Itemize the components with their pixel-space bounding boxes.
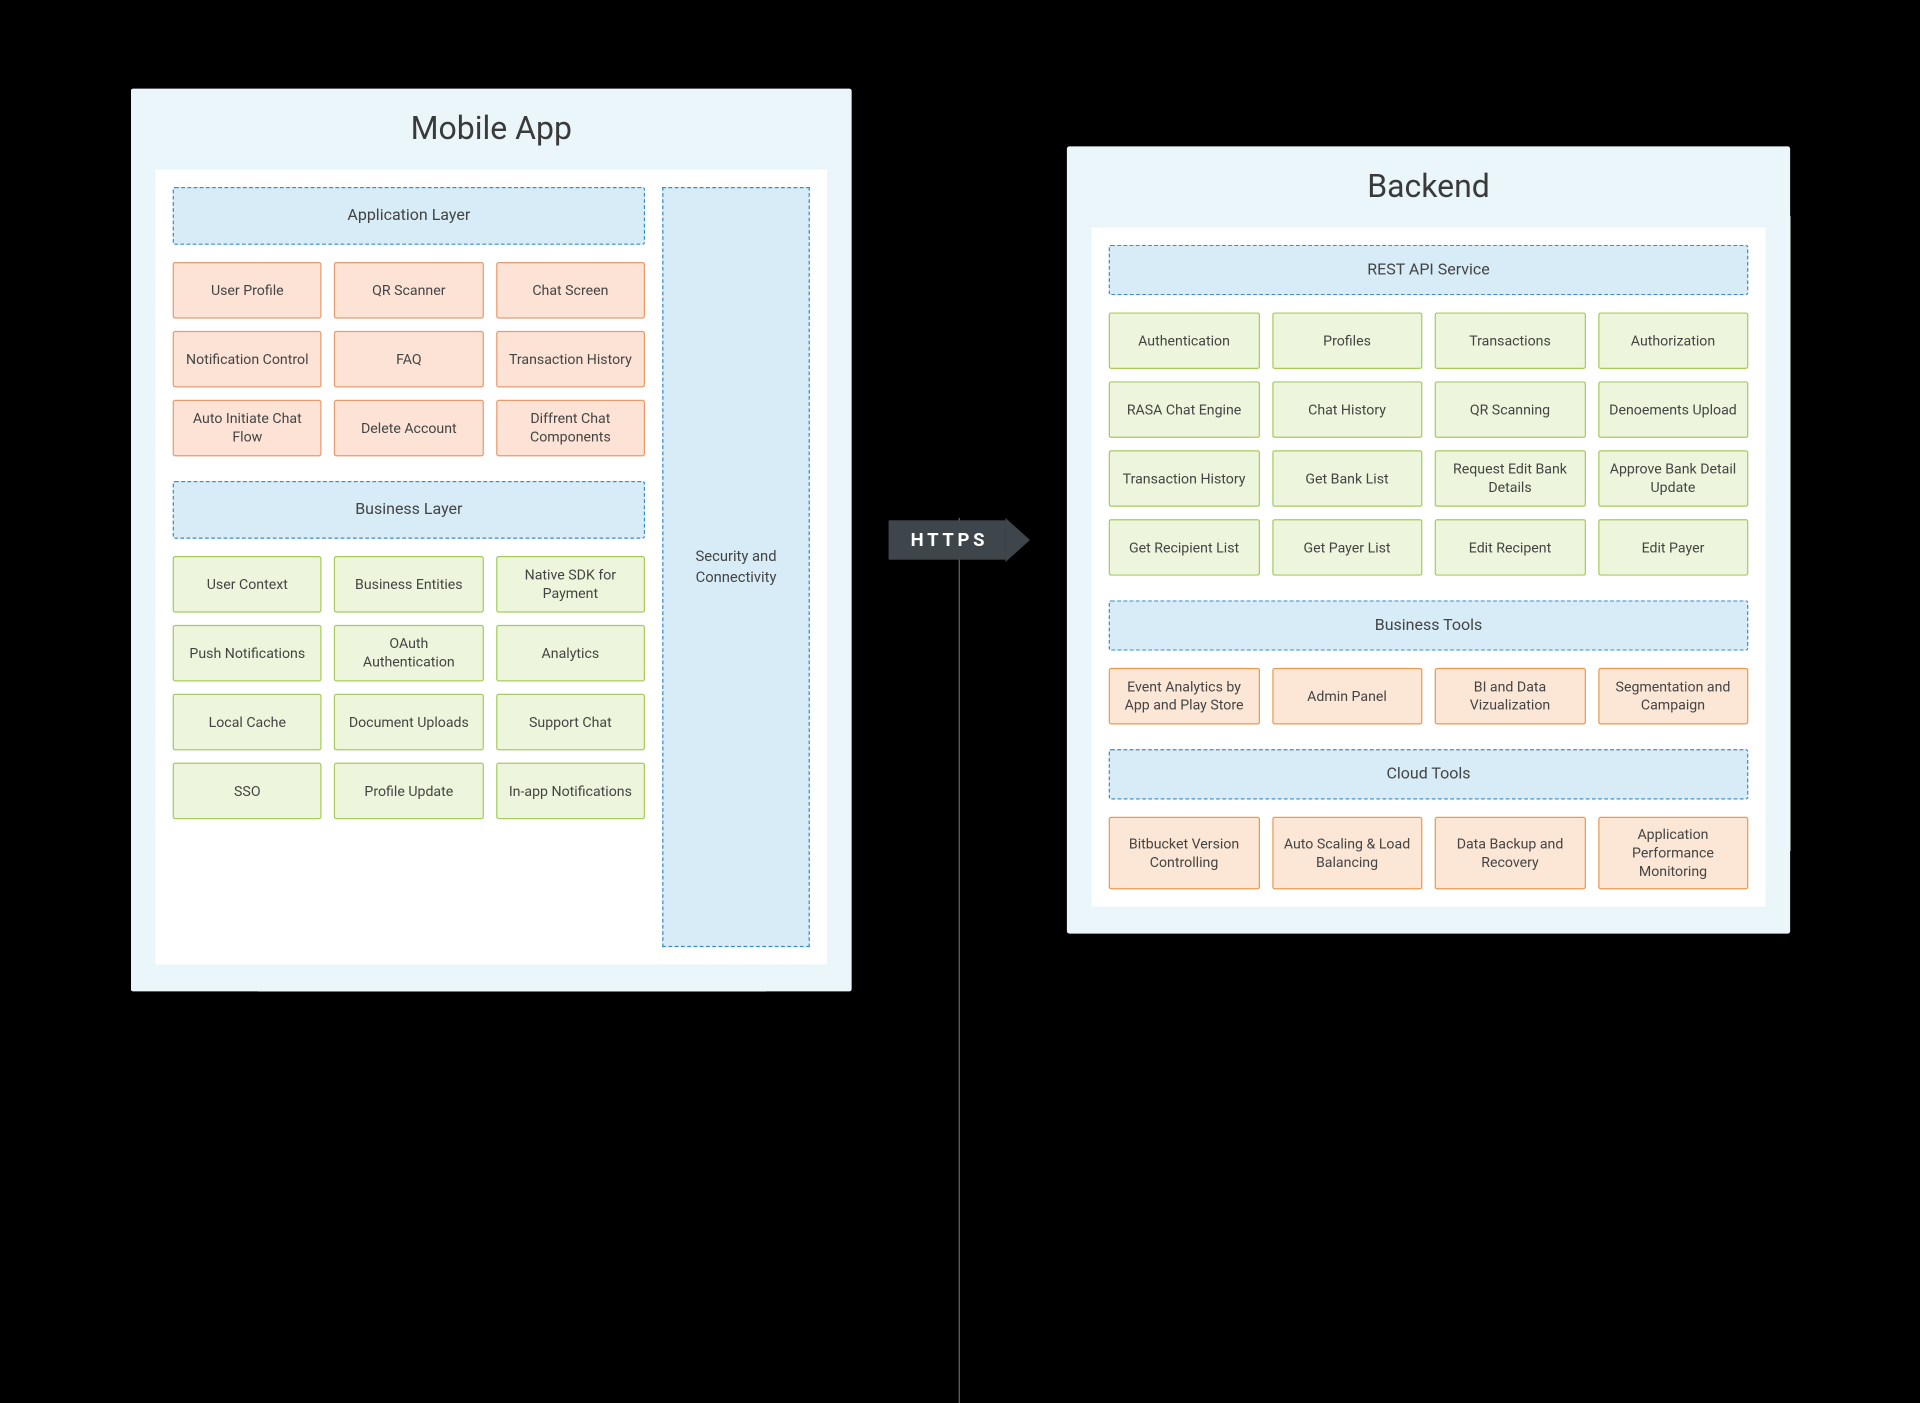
- rest-box: RASA Chat Engine: [1108, 381, 1259, 438]
- https-label: HTTPS: [888, 520, 1005, 559]
- app-box: Transaction History: [495, 331, 644, 388]
- biz-box: SSO: [172, 763, 321, 820]
- rest-box: Profiles: [1271, 313, 1422, 370]
- rest-box: Edit Payer: [1597, 519, 1748, 576]
- biztool-box: Admin Panel: [1271, 668, 1422, 725]
- business-layer-header: Business Layer: [172, 481, 644, 539]
- cloud-box: Auto Scaling & Load Balancing: [1271, 817, 1422, 889]
- biztool-box: BI and Data Vizualization: [1434, 668, 1585, 725]
- biz-box: OAuth Authentication: [334, 625, 483, 682]
- rest-box: Get Bank List: [1271, 450, 1422, 507]
- biz-box: User Context: [172, 556, 321, 613]
- rest-box: QR Scanning: [1434, 381, 1585, 438]
- rest-box: Get Payer List: [1271, 519, 1422, 576]
- biz-box: Analytics: [495, 625, 644, 682]
- app-box: QR Scanner: [334, 262, 483, 319]
- rest-box: Edit Recipent: [1434, 519, 1585, 576]
- biz-box: Native SDK for Payment: [495, 556, 644, 613]
- backend-panel: Backend REST API Service Authentication …: [1066, 147, 1789, 934]
- mobile-app-right-column: Security and Connectivity: [662, 187, 810, 947]
- biz-box: Business Entities: [334, 556, 483, 613]
- rest-box: Authentication: [1108, 313, 1259, 370]
- rest-box: Chat History: [1271, 381, 1422, 438]
- business-layer-grid: User Context Business Entities Native SD…: [172, 556, 644, 819]
- app-box: User Profile: [172, 262, 321, 319]
- app-box: FAQ: [334, 331, 483, 388]
- app-box: Diffrent Chat Components: [495, 400, 644, 457]
- security-connectivity-box: Security and Connectivity: [662, 187, 810, 947]
- app-box: Chat Screen: [495, 262, 644, 319]
- cloud-tools-header: Cloud Tools: [1108, 749, 1748, 799]
- rest-box: Approve Bank Detail Update: [1597, 450, 1748, 507]
- biztool-box: Event Analytics by App and Play Store: [1108, 668, 1259, 725]
- cloud-box: Application Performance Monitoring: [1597, 817, 1748, 889]
- arrow-head-icon: [1005, 518, 1030, 562]
- https-connector: HTTPS: [888, 518, 1029, 562]
- mobile-app-panel: Mobile App Application Layer User Profil…: [130, 89, 851, 992]
- biz-box: Local Cache: [172, 694, 321, 751]
- application-layer-grid: User Profile QR Scanner Chat Screen Noti…: [172, 262, 644, 456]
- business-tools-header: Business Tools: [1108, 600, 1748, 650]
- business-tools-grid: Event Analytics by App and Play Store Ad…: [1108, 668, 1748, 725]
- mobile-app-title: Mobile App: [155, 111, 827, 148]
- biz-box: Push Notifications: [172, 625, 321, 682]
- architecture-diagram: Mobile App Application Layer User Profil…: [130, 89, 1789, 992]
- biz-box: In-app Notifications: [495, 763, 644, 820]
- rest-box: Transactions: [1434, 313, 1585, 370]
- https-arrow: HTTPS: [888, 518, 1029, 562]
- app-box: Delete Account: [334, 400, 483, 457]
- app-box: Auto Initiate Chat Flow: [172, 400, 321, 457]
- rest-box: Request Edit Bank Details: [1434, 450, 1585, 507]
- rest-box: Get Recipient List: [1108, 519, 1259, 576]
- biztool-box: Segmentation and Campaign: [1597, 668, 1748, 725]
- biz-box: Profile Update: [334, 763, 483, 820]
- rest-api-header: REST API Service: [1108, 245, 1748, 295]
- cloud-box: Bitbucket Version Controlling: [1108, 817, 1259, 889]
- app-box: Notification Control: [172, 331, 321, 388]
- application-layer-header: Application Layer: [172, 187, 644, 245]
- biz-box: Support Chat: [495, 694, 644, 751]
- cloud-tools-grid: Bitbucket Version Controlling Auto Scali…: [1108, 817, 1748, 889]
- backend-body: REST API Service Authentication Profiles…: [1091, 228, 1765, 907]
- cloud-box: Data Backup and Recovery: [1434, 817, 1585, 889]
- mobile-app-left-column: Application Layer User Profile QR Scanne…: [172, 187, 644, 947]
- connector-line: [958, 518, 959, 1403]
- rest-box: Transaction History: [1108, 450, 1259, 507]
- rest-api-grid: Authentication Profiles Transactions Aut…: [1108, 313, 1748, 576]
- rest-box: Denoements Upload: [1597, 381, 1748, 438]
- biz-box: Document Uploads: [334, 694, 483, 751]
- backend-title: Backend: [1091, 169, 1765, 206]
- rest-box: Authorization: [1597, 313, 1748, 370]
- mobile-app-body: Application Layer User Profile QR Scanne…: [155, 170, 827, 965]
